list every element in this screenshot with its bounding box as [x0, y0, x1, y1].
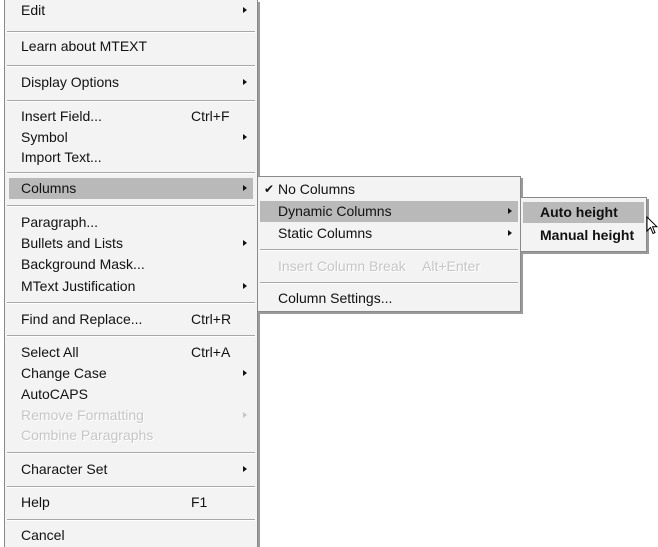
menu-item-insert-field[interactable]: Insert Field... Ctrl+F [9, 106, 253, 127]
menu-item-paragraph[interactable]: Paragraph... [9, 212, 253, 233]
menu-separator [7, 65, 255, 67]
mtext-context-menu: Edit Learn about MTEXT Display Options I… [4, 0, 258, 547]
menu-item-label: Learn about MTEXT [21, 38, 148, 54]
menu-separator [7, 452, 255, 454]
menu-item-import-text[interactable]: Import Text... [9, 147, 253, 168]
menu-item-label: Select All [21, 344, 79, 360]
menu-item-label: Remove Formatting [21, 407, 144, 423]
menu-item-label: MText Justification [21, 278, 136, 294]
menu-item-display-options[interactable]: Display Options [9, 72, 253, 93]
submenu-arrow-icon [243, 134, 247, 140]
menu-item-learn-about-mtext[interactable]: Learn about MTEXT [9, 36, 253, 57]
shortcut-label: Ctrl+F [191, 108, 230, 124]
menu-separator [7, 335, 255, 337]
submenu-arrow-icon [243, 79, 247, 85]
menu-item-label: Column Settings... [278, 290, 393, 306]
menu-separator [7, 519, 255, 521]
menu-item-label: Bullets and Lists [21, 235, 123, 251]
columns-submenu: ✔ No Columns Dynamic Columns Static Colu… [257, 176, 521, 312]
dynamic-columns-submenu: Auto height Manual height [520, 197, 647, 252]
submenu-arrow-icon [508, 208, 512, 214]
menu-item-label: Static Columns [278, 225, 373, 241]
menu-item-label: Manual height [540, 227, 635, 243]
menu-item-label: Columns [21, 180, 77, 196]
menu-item-label: Cancel [21, 527, 65, 543]
menu-item-no-columns[interactable]: ✔ No Columns [260, 179, 518, 200]
menu-item-remove-formatting: Remove Formatting [9, 405, 253, 426]
menu-item-dynamic-columns[interactable]: Dynamic Columns [260, 201, 518, 222]
menu-item-autocaps[interactable]: AutoCAPS [9, 384, 253, 405]
menu-item-label: Auto height [540, 204, 618, 220]
menu-item-cancel[interactable]: Cancel [9, 525, 253, 546]
check-icon: ✔ [264, 182, 275, 196]
menu-separator [7, 205, 255, 207]
submenu-arrow-icon [243, 7, 247, 13]
menu-item-mtext-justification[interactable]: MText Justification [9, 276, 253, 297]
menu-item-label: AutoCAPS [21, 386, 88, 402]
menu-item-label: Edit [21, 2, 46, 18]
menu-item-label: Display Options [21, 74, 120, 90]
menu-separator [7, 486, 255, 488]
submenu-arrow-icon [243, 466, 247, 472]
menu-item-label: Symbol [21, 129, 68, 145]
menu-item-label: No Columns [278, 181, 356, 197]
menu-item-columns[interactable]: Columns [9, 178, 253, 199]
menu-item-background-mask[interactable]: Background Mask... [9, 254, 253, 275]
menu-item-change-case[interactable]: Change Case [9, 363, 253, 384]
menu-item-auto-height[interactable]: Auto height [523, 202, 644, 223]
menu-item-label: Character Set [21, 461, 108, 477]
shortcut-label: Alt+Enter [422, 258, 480, 274]
menu-separator [7, 302, 255, 304]
submenu-arrow-icon [243, 185, 247, 191]
submenu-arrow-icon [243, 240, 247, 246]
menu-item-help[interactable]: Help F1 [9, 492, 253, 513]
menu-item-bullets-and-lists[interactable]: Bullets and Lists [9, 233, 253, 254]
menu-item-label: Background Mask... [21, 256, 145, 272]
menu-item-label: Combine Paragraphs [21, 427, 154, 443]
menu-item-static-columns[interactable]: Static Columns [260, 223, 518, 244]
submenu-arrow-icon [243, 283, 247, 289]
shortcut-label: Ctrl+R [191, 311, 232, 327]
menu-separator [7, 172, 255, 174]
menu-separator [260, 282, 518, 284]
menu-item-select-all[interactable]: Select All Ctrl+A [9, 342, 253, 363]
menu-separator [7, 31, 255, 33]
menu-item-label: Insert Field... [21, 108, 102, 124]
submenu-arrow-icon [243, 412, 247, 418]
mouse-pointer-icon [646, 216, 658, 235]
menu-item-character-set[interactable]: Character Set [9, 459, 253, 480]
menu-item-label: Import Text... [21, 149, 102, 165]
menu-item-label: Insert Column Break [278, 258, 406, 274]
submenu-arrow-icon [508, 230, 512, 236]
menu-separator [7, 100, 255, 102]
shortcut-label: F1 [191, 494, 208, 510]
menu-item-label: Change Case [21, 365, 107, 381]
menu-item-find-and-replace[interactable]: Find and Replace... Ctrl+R [9, 309, 253, 330]
menu-item-symbol[interactable]: Symbol [9, 127, 253, 148]
shortcut-label: Ctrl+A [191, 344, 231, 360]
menu-item-label: Find and Replace... [21, 311, 143, 327]
menu-item-combine-paragraphs: Combine Paragraphs [9, 425, 253, 446]
submenu-arrow-icon [243, 370, 247, 376]
menu-separator [260, 249, 518, 251]
menu-item-insert-column-break: Insert Column Break Alt+Enter [260, 256, 518, 277]
menu-item-edit[interactable]: Edit [9, 0, 253, 21]
menu-item-manual-height[interactable]: Manual height [523, 225, 644, 246]
menu-item-label: Paragraph... [21, 214, 99, 230]
menu-item-column-settings[interactable]: Column Settings... [260, 288, 518, 309]
menu-item-label: Dynamic Columns [278, 203, 392, 219]
menu-item-label: Help [21, 494, 50, 510]
